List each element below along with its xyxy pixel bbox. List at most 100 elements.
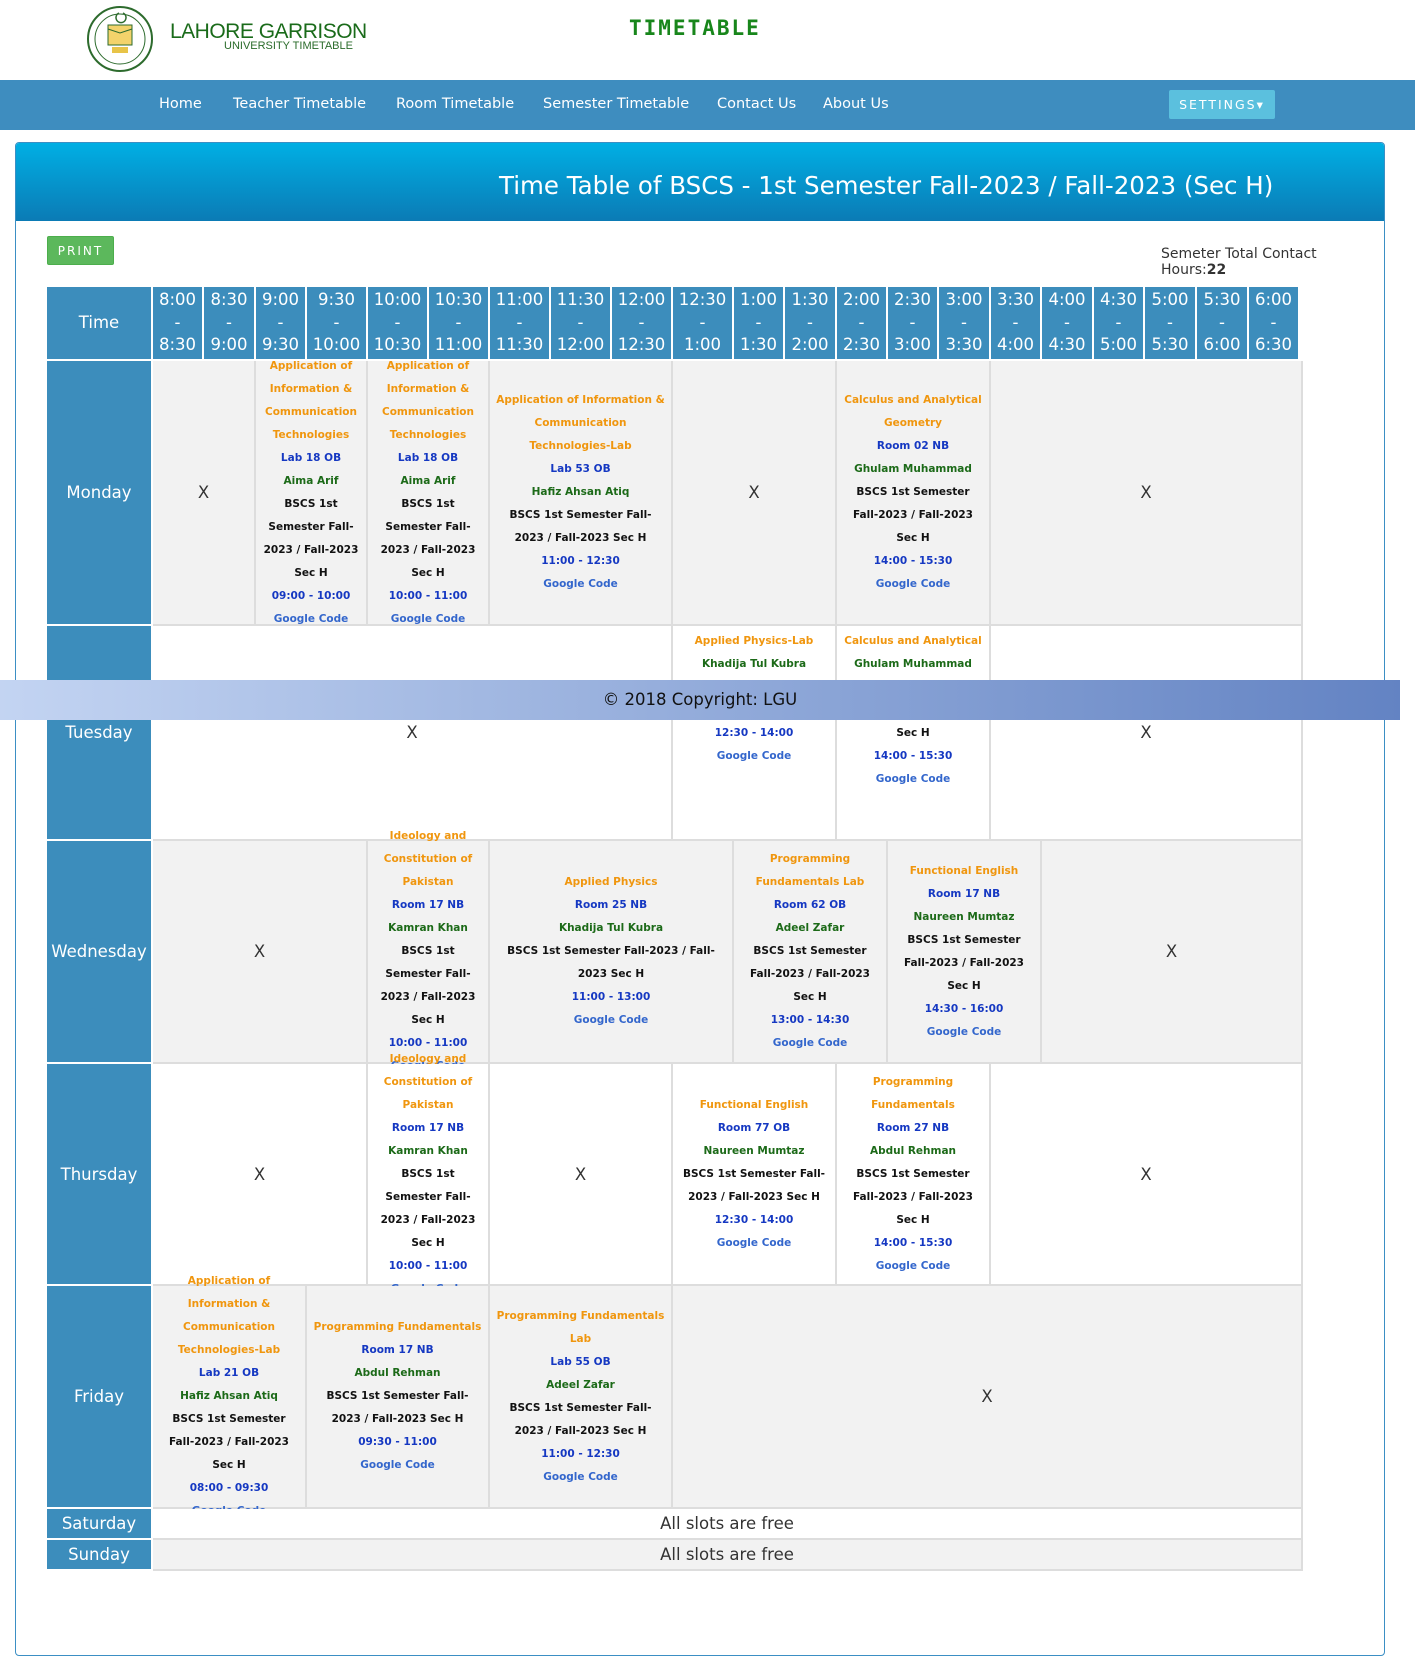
- class-cell: Applied Physics Room 25 NB Khadija Tul Kub…: [490, 841, 734, 1064]
- teacher-name: Abdul Rehman: [869, 1144, 957, 1157]
- settings-dropdown-button[interactable]: SETTINGS▾: [1169, 90, 1275, 119]
- empty-mark: X: [574, 1164, 587, 1184]
- class-time: 10:00 - 11:00: [388, 589, 468, 602]
- class-cell: Programming Fundamentals Room 27 NB Abdul …: [837, 1064, 991, 1286]
- empty-mark: X: [981, 1387, 993, 1406]
- class-time: 11:00 - 13:00: [571, 991, 651, 1003]
- class-time: 13:00 - 14:30: [770, 1014, 850, 1026]
- time-slot-header: 12:30- 1:00: [673, 287, 732, 359]
- slot-end: 1:00: [683, 335, 722, 355]
- day-label-mon: Monday: [47, 361, 151, 624]
- course-title: Ideology and Constitution of Pakistan: [383, 830, 473, 888]
- university-logo[interactable]: [86, 5, 166, 73]
- google-code-link[interactable]: Google Code: [574, 1009, 649, 1032]
- timetable-title: Time Table of BSCS - 1st Semester Fall-2…: [499, 171, 1274, 200]
- slot-start: 10:00: [373, 290, 422, 310]
- class-section: BSCS 1st Semester Fall-2023 / Fall-2023 …: [380, 497, 476, 579]
- slot-separator: -: [909, 312, 916, 332]
- empty-mark: X: [253, 942, 266, 961]
- time-slot-header: 1:00- 1:30: [734, 287, 783, 359]
- course-title: Application of Information & Communicati…: [177, 1275, 281, 1356]
- slot-end: 4:30: [1048, 335, 1086, 355]
- slot-end: 4:00: [996, 335, 1035, 355]
- google-code-link[interactable]: Google Code: [876, 768, 951, 791]
- day-label-thu: Thursday: [47, 1064, 151, 1284]
- settings-label: SETTINGS: [1179, 97, 1257, 112]
- nav-contact-us[interactable]: Contact Us: [717, 96, 796, 112]
- class-time: 12:30 - 14:00: [714, 1213, 794, 1226]
- time-slot-header: 11:30- 12:00: [551, 287, 610, 359]
- google-code-link[interactable]: Google Code: [360, 1454, 435, 1477]
- slot-end: 12:00: [556, 335, 605, 355]
- empty-slot: X: [673, 361, 837, 626]
- room-label: Lab 18 OB: [280, 451, 342, 464]
- nav-about-us[interactable]: About Us: [823, 96, 889, 112]
- empty-slot: X: [153, 841, 368, 1064]
- slot-start: 3:00: [945, 290, 983, 310]
- teacher-name: Adeel Zafar: [775, 922, 845, 934]
- class-cell: Calculus and Analytical Geometry Room 02 …: [837, 361, 991, 626]
- empty-slot: X: [490, 1064, 673, 1286]
- time-slot-header: 5:00- 5:30: [1145, 287, 1195, 359]
- class-time: 12:30 - 14:00: [714, 727, 794, 739]
- google-code-link[interactable]: Google Code: [543, 573, 618, 596]
- empty-mark: X: [253, 1164, 266, 1184]
- slot-separator: -: [699, 312, 706, 332]
- slot-start: 5:00: [1151, 290, 1189, 310]
- slot-start: 2:30: [893, 290, 932, 310]
- slot-end: 11:00: [434, 335, 483, 355]
- slot-separator: -: [1115, 312, 1122, 332]
- nav-home[interactable]: Home: [159, 96, 202, 112]
- course-title: Calculus and Analytical: [844, 635, 982, 647]
- slot-separator: -: [858, 312, 865, 332]
- google-code-link[interactable]: Google Code: [876, 573, 951, 596]
- google-code-link[interactable]: Google Code: [773, 1032, 848, 1055]
- footer-copyright: © 2018 Copyright: LGU: [0, 680, 1400, 720]
- day-label-tue: Tuesday: [47, 626, 151, 839]
- course-title: Functional English: [909, 864, 1019, 877]
- class-cell: Application of Information & Communicati…: [256, 360, 368, 626]
- teacher-name: Ghulam Muhammad: [854, 658, 972, 670]
- main-navbar: Home Teacher Timetable Room Timetable Se…: [0, 80, 1415, 130]
- class-cell: Application of Information & Communicati…: [368, 360, 490, 626]
- day-label-wed: Wednesday: [47, 841, 151, 1062]
- google-code-link[interactable]: Google Code: [543, 1466, 618, 1489]
- timetable: Time 8:00-8:30 8:30-9:00 9:00-9:30 9:30-10:0…: [47, 287, 1371, 1625]
- teacher-name: Aima Arif: [283, 474, 339, 487]
- class-section: BSCS 1st Semester Fall-2023 / Fall-2023 …: [904, 933, 1024, 992]
- slot-separator: -: [1219, 312, 1225, 332]
- slot-end: 8:30: [158, 335, 197, 355]
- contact-hours-label: Semeter Total Contact Hours:: [1161, 246, 1317, 278]
- google-code-link[interactable]: Google Code: [717, 1232, 792, 1255]
- slot-end: 9:30: [261, 335, 300, 355]
- nav-room-timetable[interactable]: Room Timetable: [396, 96, 514, 112]
- class-time: 09:30 - 11:00: [358, 1436, 437, 1448]
- empty-slot: X: [153, 626, 673, 841]
- slot-start: 8:00: [158, 290, 197, 310]
- empty-mark: X: [406, 723, 418, 742]
- nav-semester-timetable[interactable]: Semester Timetable: [543, 96, 689, 112]
- time-slot-header: 4:00- 4:30: [1042, 287, 1092, 359]
- class-time: 11:00 - 12:30: [541, 555, 620, 567]
- slot-start: 1:00: [739, 290, 778, 310]
- class-cell: Ideology and Constitution of Pakistan Roo…: [368, 830, 490, 1072]
- slot-start: 4:00: [1048, 290, 1086, 310]
- google-code-link[interactable]: Google Code: [876, 1255, 951, 1278]
- time-slot-header: 10:30- 11:00: [429, 287, 488, 359]
- teacher-name: Aima Arif: [400, 474, 456, 487]
- slot-end: 3:30: [945, 335, 983, 355]
- empty-slot: X: [1042, 841, 1303, 1064]
- time-slot-header: 2:00- 2:30: [837, 287, 886, 359]
- google-code-link[interactable]: Google Code: [717, 745, 792, 768]
- print-button[interactable]: PRINT: [47, 236, 114, 265]
- site-header: LAHORE GARRISON UNIVERSITY TIMETABLE TIM…: [0, 0, 1415, 80]
- slot-start: 12:00: [617, 290, 666, 310]
- class-section: BSCS 1st Semester Fall-2023 / Fall-2023 …: [682, 1167, 826, 1203]
- google-code-link[interactable]: Google Code: [927, 1021, 1002, 1044]
- room-label: Room 25 NB: [574, 899, 648, 911]
- brand-subtitle: UNIVERSITY TIMETABLE: [224, 40, 353, 52]
- time-slot-header: 1:30- 2:00: [785, 287, 835, 359]
- class-cell: Programming Fundamentals Lab Lab 55 OB Ade…: [490, 1286, 673, 1509]
- room-label: Lab 18 OB: [397, 451, 459, 464]
- nav-teacher-timetable[interactable]: Teacher Timetable: [233, 96, 366, 112]
